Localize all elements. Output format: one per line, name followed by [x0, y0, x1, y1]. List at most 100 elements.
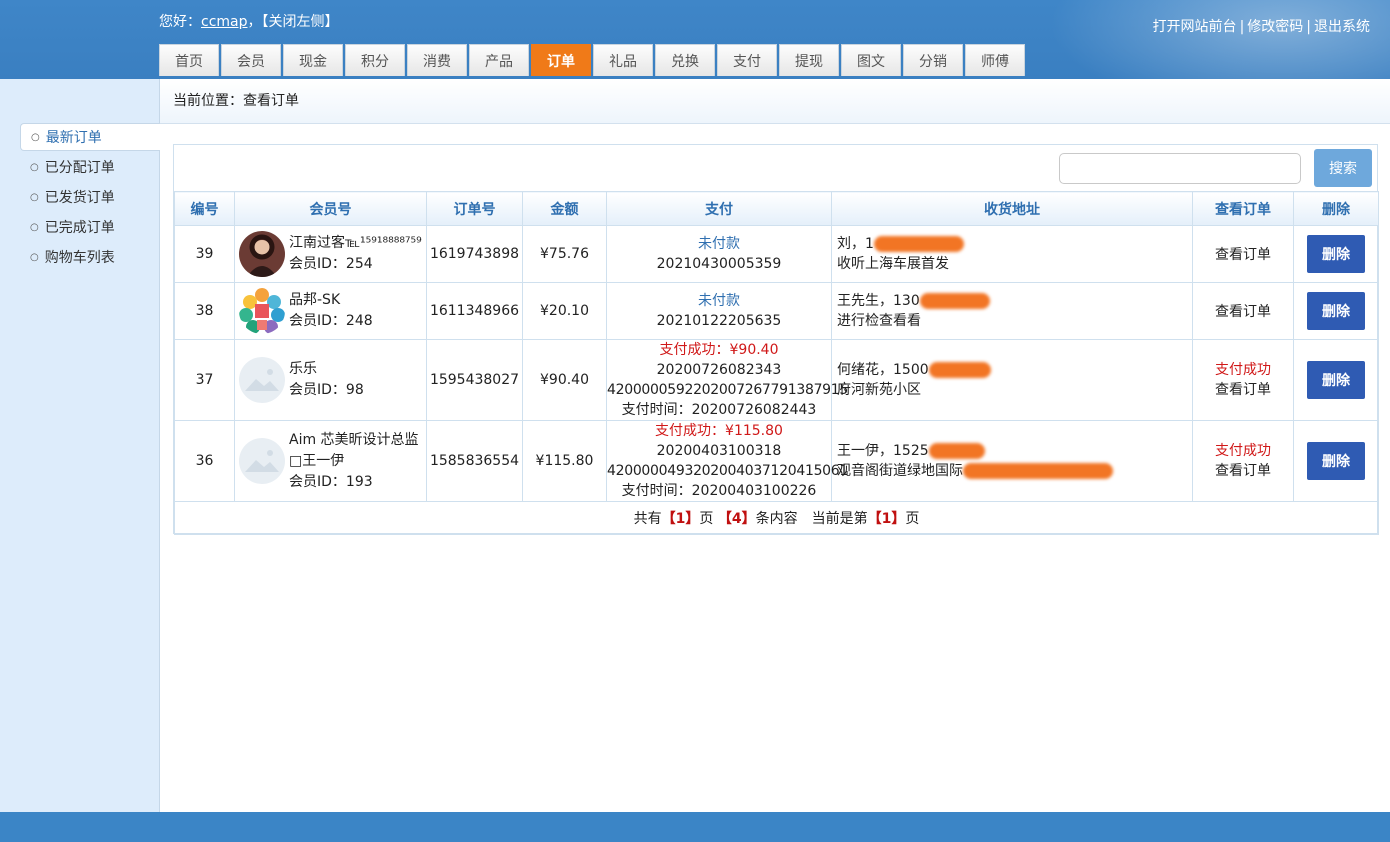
view-order-link[interactable]: 查看订单 — [1193, 301, 1293, 321]
payment-cell: 未付款 20210430005359 — [606, 225, 832, 283]
redaction-mark — [928, 362, 991, 378]
view-order-link[interactable]: 查看订单 — [1193, 380, 1293, 400]
tab-payment[interactable]: 支付 — [717, 44, 777, 76]
address-detail: 府河新苑小区 — [837, 382, 921, 398]
circle-bullet-icon: ○ — [30, 161, 39, 173]
delete-button[interactable]: 删除 — [1307, 292, 1365, 330]
circle-bullet-icon: ○ — [30, 251, 39, 263]
view-payment-status: 支付成功 — [1215, 362, 1271, 378]
username-link[interactable]: ccmap — [201, 14, 248, 30]
view-payment-status: 支付成功 — [1215, 443, 1271, 459]
pagination: 共有【1】页 【4】条内容 当前是第【1】页 — [174, 501, 1379, 535]
view-order-link[interactable]: 查看订单 — [1193, 461, 1293, 481]
pager-text: 页 — [905, 511, 920, 527]
sidebar-item-latest-orders[interactable]: ○ 最新订单 — [20, 123, 160, 151]
view-order-link[interactable]: 查看订单 — [1193, 244, 1293, 264]
tab-orders[interactable]: 订单 — [531, 44, 591, 76]
view-cell: 查看订单 — [1192, 225, 1294, 283]
col-header-delete[interactable]: 删除 — [1293, 191, 1379, 226]
pager-text: 共有 — [633, 511, 662, 527]
open-frontend-link[interactable]: 打开网站前台 — [1153, 19, 1237, 35]
order-amount: ¥90.40 — [522, 339, 607, 421]
order-number: 1611348966 — [426, 282, 523, 340]
col-header-amount[interactable]: 金额 — [522, 191, 607, 226]
member-avatar — [239, 231, 285, 277]
view-cell: 支付成功 查看订单 — [1192, 339, 1294, 421]
tab-articles[interactable]: 图文 — [841, 44, 901, 76]
address-detail: 观音阁街道绿地国际 — [837, 463, 963, 479]
payment-line: 20210122205635 — [656, 313, 782, 329]
tab-home[interactable]: 首页 — [159, 44, 219, 76]
address-cell: 刘，1 收听上海车展首发 — [831, 225, 1193, 283]
payment-time: 支付时间：20200726082443 — [621, 402, 817, 418]
tab-gifts[interactable]: 礼品 — [593, 44, 653, 76]
address-name: 王一伊，1525 — [837, 443, 929, 459]
table-header-row: 编号 会员号 订单号 金额 支付 收货地址 查看订单 删除 — [174, 191, 1379, 226]
logout-link[interactable]: 退出系统 — [1314, 19, 1370, 35]
col-header-id[interactable]: 编号 — [174, 191, 235, 226]
tab-masters[interactable]: 师傅 — [965, 44, 1025, 76]
placeholder-avatar-icon — [239, 438, 285, 484]
address-name: 刘，1 — [837, 236, 874, 252]
col-header-order-no[interactable]: 订单号 — [426, 191, 523, 226]
pager-text: 条内容 当前是第 — [755, 511, 868, 527]
tab-members[interactable]: 会员 — [221, 44, 281, 76]
member-avatar — [239, 288, 285, 334]
orders-table: 编号 会员号 订单号 金额 支付 收货地址 查看订单 删除 39 江南过客℡¹⁵… — [174, 191, 1379, 535]
search-button[interactable]: 搜索 — [1314, 149, 1372, 187]
member-cell: 江南过客℡¹⁵⁹¹⁸⁸⁸⁸⁷⁵⁹ 会员ID：254 — [234, 225, 427, 283]
sidebar-item-label: 最新订单 — [45, 130, 102, 146]
tab-consumption[interactable]: 消费 — [407, 44, 467, 76]
member-id: 会员ID：98 — [289, 382, 364, 398]
footer-bar — [0, 812, 1390, 842]
address-detail: 进行检查看看 — [837, 313, 921, 329]
order-id: 39 — [174, 225, 235, 283]
payment-cell: 支付成功：¥115.80 20200403100318 420000049320… — [606, 420, 849, 502]
search-input[interactable] — [1059, 153, 1301, 184]
order-number: 1585836554 — [426, 420, 523, 502]
col-header-address[interactable]: 收货地址 — [831, 191, 1193, 226]
redaction-mark — [919, 293, 990, 309]
tab-withdraw[interactable]: 提现 — [779, 44, 839, 76]
tab-points[interactable]: 积分 — [345, 44, 405, 76]
sidebar-item-shipped-orders[interactable]: ○ 已发货订单 — [20, 183, 160, 211]
tab-products[interactable]: 产品 — [469, 44, 529, 76]
address-cell: 何绪花，1500 府河新苑小区 — [831, 339, 1193, 421]
sidebar-item-label: 已完成订单 — [44, 220, 115, 236]
order-id: 36 — [174, 420, 235, 502]
circle-bullet-icon: ○ — [31, 131, 40, 143]
sidebar-item-assigned-orders[interactable]: ○ 已分配订单 — [20, 153, 160, 181]
order-number: 1619743898 — [426, 225, 523, 283]
delete-button[interactable]: 删除 — [1307, 361, 1365, 399]
greeting-prefix: 您好： — [159, 14, 201, 30]
address-detail: 收听上海车展首发 — [837, 256, 949, 272]
tab-cash[interactable]: 现金 — [283, 44, 343, 76]
order-id: 37 — [174, 339, 235, 421]
member-id: 会员ID：248 — [289, 313, 373, 329]
change-password-link[interactable]: 修改密码 — [1247, 19, 1303, 35]
delete-button[interactable]: 删除 — [1307, 235, 1365, 273]
redaction-mark — [873, 236, 964, 252]
view-cell: 支付成功 查看订单 — [1192, 420, 1294, 502]
member-cell: 乐乐 会员ID：98 — [234, 339, 427, 421]
tab-distribution[interactable]: 分销 — [903, 44, 963, 76]
col-header-payment[interactable]: 支付 — [606, 191, 832, 226]
sidebar: ○ 最新订单 ○ 已分配订单 ○ 已发货订单 ○ 已完成订单 ○ 购物车列表 — [0, 79, 160, 812]
sidebar-item-cart-list[interactable]: ○ 购物车列表 — [20, 243, 160, 271]
delete-button[interactable]: 删除 — [1307, 442, 1365, 480]
pager-total-pages: 【1】 — [661, 511, 700, 527]
order-amount: ¥20.10 — [522, 282, 607, 340]
redaction-mark — [963, 463, 1113, 479]
transaction-id: 4200000493202004037120415061 — [607, 463, 849, 479]
delete-cell: 删除 — [1293, 225, 1379, 283]
col-header-view[interactable]: 查看订单 — [1192, 191, 1294, 226]
col-header-member[interactable]: 会员号 — [234, 191, 427, 226]
circle-bullet-icon: ○ — [30, 191, 39, 203]
payment-line: 20200726082343 — [656, 362, 782, 378]
tab-redeem[interactable]: 兑换 — [655, 44, 715, 76]
sidebar-item-completed-orders[interactable]: ○ 已完成订单 — [20, 213, 160, 241]
address-name: 何绪花，1500 — [837, 362, 929, 378]
payment-time: 支付时间：20200403100226 — [621, 483, 817, 499]
order-amount: ¥115.80 — [522, 420, 607, 502]
close-left-link[interactable]: 【关闭左侧】 — [262, 14, 339, 30]
